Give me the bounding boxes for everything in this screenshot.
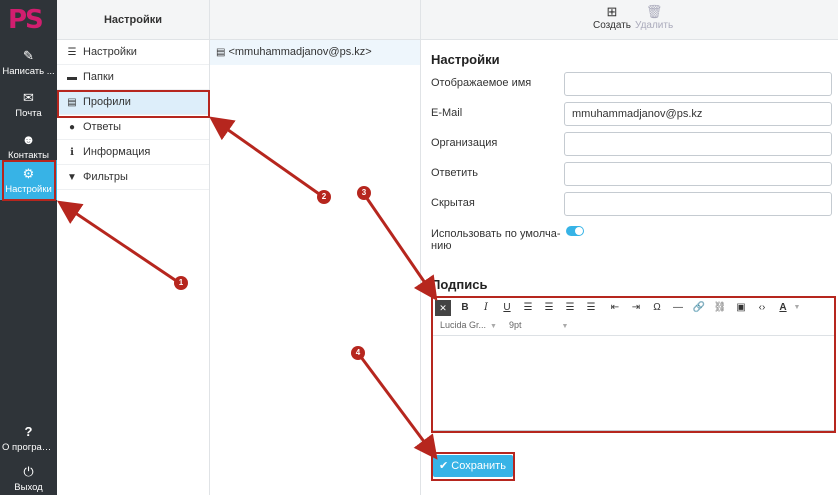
save-label: Сохранить (451, 460, 506, 472)
organization-input[interactable] (564, 132, 832, 156)
chevron-down-icon[interactable]: ▼ (789, 300, 805, 316)
section-item-label: Настройки (83, 46, 137, 58)
trash-icon: 🗑 (645, 4, 663, 19)
sections-title: Настройки (57, 0, 209, 40)
section-item-label: Фильтры (83, 171, 128, 183)
section-item-label: Профили (83, 96, 131, 108)
section-item-folders[interactable]: ▬ Папки (57, 65, 209, 90)
create-button[interactable]: ⊞ Создать (593, 4, 631, 31)
default-label-line2: нию (431, 240, 452, 252)
main-toolbar: ⊞ Создать 🗑 Удалить (421, 0, 838, 40)
chevron-down-icon: ▼ (561, 323, 569, 330)
email-input[interactable]: mmuhammadjanov@ps.kz (564, 102, 832, 126)
identities-header (210, 0, 420, 40)
font-family-value: Lucida Gr... (440, 320, 487, 330)
rail-compose[interactable]: ✎ Написать ... (0, 42, 57, 84)
section-item-filters[interactable]: ▼ Фильтры (57, 165, 209, 190)
omega-icon[interactable]: Ω (649, 300, 665, 316)
reply-to-label: Ответить (431, 167, 479, 179)
identities-panel: ▤ <mmuhammadjanov@ps.kz> (210, 0, 421, 495)
app-rail: PS ✎ Написать ... ✉ Почта ☻ Контакты ⚙ Н… (0, 0, 57, 495)
default-label: Использовать по умолча- нию (431, 228, 560, 252)
create-label: Создать (593, 20, 632, 31)
rail-settings[interactable]: ⚙ Настройки (0, 160, 57, 200)
font-size-select[interactable]: 9pt ▼ (509, 320, 568, 330)
align-center-icon[interactable]: ☰ (541, 300, 557, 316)
info-icon: ℹ (70, 147, 74, 158)
unlink-icon[interactable]: ⛓ (712, 300, 728, 316)
signature-heading: Подпись (431, 277, 488, 292)
editor-toolbar: ✕ B I U ☰ ☰ ☰ ☰ ⇤ ⇥ Ω — 🔗 ⛓ ▣ ‹› A ▼ Luc… (433, 298, 834, 336)
rail-about-label: О програм... (2, 442, 57, 453)
display-name-label: Отображаемое имя (431, 77, 532, 89)
align-justify-icon[interactable]: ☰ (583, 300, 599, 316)
form-heading: Настройки (431, 52, 500, 67)
settings-sections-panel: Настройки ☰ Настройки ▬ Папки ▤ Профили ● От… (57, 0, 210, 495)
save-button[interactable]: ✔ Сохранить (433, 455, 513, 477)
section-item-responses[interactable]: ● Ответы (57, 115, 209, 140)
underline-icon[interactable]: U (499, 300, 515, 316)
section-item-label: Информация (83, 146, 151, 158)
clear-format-icon[interactable]: ✕ (435, 300, 451, 316)
power-icon: ⏻ (23, 464, 34, 479)
chevron-down-icon: ▼ (490, 323, 497, 330)
default-label-line1: Использовать по умолча- (431, 228, 561, 240)
contacts-icon: ☻ (21, 132, 36, 147)
identity-label: <mmuhammadjanov@ps.kz> (228, 46, 372, 58)
bold-icon[interactable]: B (457, 300, 473, 316)
signature-editor[interactable]: ✕ B I U ☰ ☰ ☰ ☰ ⇤ ⇥ Ω — 🔗 ⛓ ▣ ‹› A ▼ Luc… (432, 297, 835, 431)
app-logo: PS (8, 5, 44, 35)
bcc-input[interactable] (564, 192, 832, 216)
rail-settings-label: Настройки (5, 184, 52, 195)
align-left-icon[interactable]: ☰ (520, 300, 536, 316)
filter-icon: ▼ (67, 172, 77, 183)
rail-about[interactable]: ? О програм... (0, 418, 57, 460)
indent-icon[interactable]: ⇥ (628, 300, 644, 316)
check-icon: ✔ (439, 460, 449, 472)
rail-mail[interactable]: ✉ Почта (0, 84, 57, 126)
link-icon[interactable]: 🔗 (691, 300, 707, 316)
default-toggle[interactable] (566, 226, 584, 236)
bcc-label: Скрытая (431, 197, 475, 209)
plus-square-icon: ⊞ (606, 4, 618, 19)
organization-label: Организация (431, 137, 498, 149)
rail-mail-label: Почта (15, 108, 42, 119)
email-label: E-Mail (431, 107, 463, 119)
gear-icon: ⚙ (22, 166, 35, 181)
identity-list-item[interactable]: ▤ <mmuhammadjanov@ps.kz> (210, 40, 420, 65)
font-family-select[interactable]: Lucida Gr... ▼ (440, 320, 497, 330)
comment-icon: ● (68, 122, 76, 133)
mail-icon: ✉ (23, 90, 34, 105)
section-item-label: Папки (83, 71, 114, 83)
italic-icon[interactable]: I (478, 300, 494, 316)
reply-to-input[interactable] (564, 162, 832, 186)
rail-compose-label: Написать ... (2, 66, 55, 77)
section-item-settings[interactable]: ☰ Настройки (57, 40, 209, 65)
rail-logout[interactable]: ⏻ Выход (0, 458, 57, 500)
source-code-icon[interactable]: ‹› (754, 300, 770, 316)
delete-label: Удалить (635, 20, 674, 31)
horizontal-rule-icon[interactable]: — (670, 300, 686, 316)
folder-icon: ▬ (67, 72, 77, 83)
id-card-icon: ▤ (67, 97, 77, 108)
outdent-icon[interactable]: ⇤ (607, 300, 623, 316)
compose-icon: ✎ (23, 48, 34, 63)
section-item-about[interactable]: ℹ Информация (57, 140, 209, 165)
image-icon[interactable]: ▣ (733, 300, 749, 316)
font-size-value: 9pt (509, 320, 522, 330)
question-icon: ? (24, 424, 33, 439)
align-right-icon[interactable]: ☰ (562, 300, 578, 316)
rail-logout-label: Выход (14, 482, 43, 493)
section-item-identities[interactable]: ▤ Профили (57, 90, 209, 115)
delete-button[interactable]: 🗑 Удалить (635, 4, 673, 31)
display-name-input[interactable] (564, 72, 832, 96)
id-card-icon: ▤ (216, 47, 226, 58)
identity-editor: ⊞ Создать 🗑 Удалить Настройки Отображаем… (421, 0, 838, 495)
sliders-icon: ☰ (67, 47, 77, 58)
section-item-label: Ответы (83, 121, 122, 133)
